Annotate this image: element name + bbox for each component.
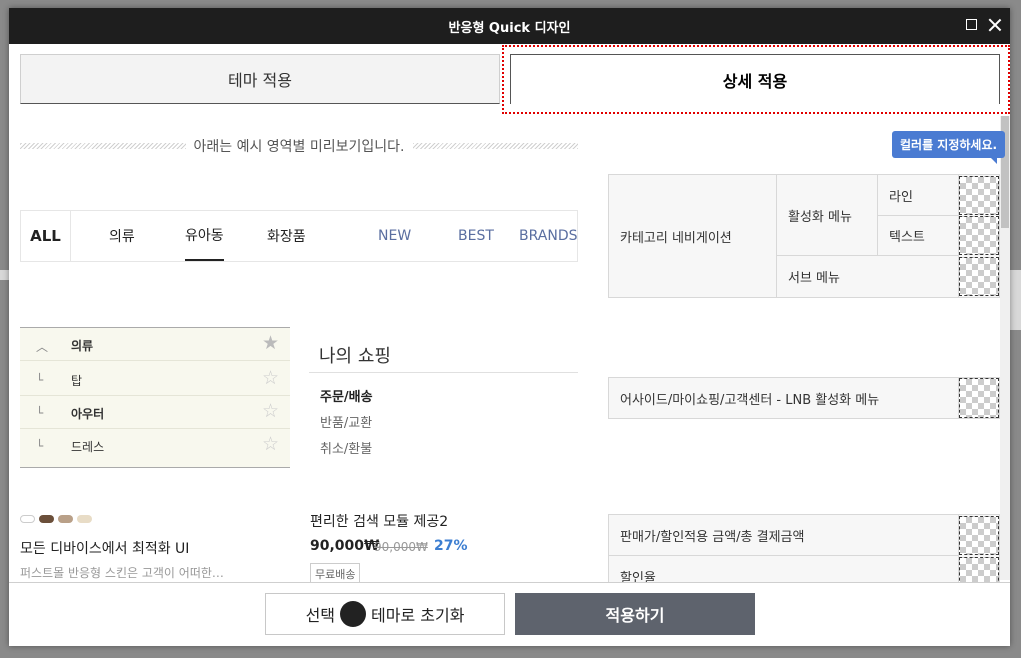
tab-theme-apply[interactable]: 테마 적용 [20,54,500,104]
title-bar: 반응형 Quick 디자인 [9,8,1010,44]
reset-prefix: 선택 [305,606,336,625]
color-swatch[interactable] [58,515,73,523]
category-all[interactable]: ALL [21,211,71,261]
lnb-row[interactable]: ︿ 의류 ★ [20,328,290,361]
color-picker-line[interactable] [959,176,999,215]
quick-design-modal: 반응형 Quick 디자인 테마 적용 상세 적용 아래는 예시 영역별 미리보… [9,8,1010,646]
my-shopping-item-order[interactable]: 주문/배송 [320,386,373,405]
text-label: 텍스트 [878,216,959,256]
hatch-divider-right [412,143,578,149]
discount-rate: 27% [434,538,468,554]
lnb-active-label: 어사이드/마이쇼핑/고객센터 - LNB 활성화 메뉴 [609,378,959,418]
background-strip-left [0,270,9,280]
category-item-brands[interactable]: BRANDS [519,211,577,261]
window-title: 반응형 Quick 디자인 [448,20,571,36]
star-icon[interactable]: ★ [262,332,279,354]
active-menu-label: 활성화 메뉴 [777,175,878,256]
category-item-best[interactable]: BEST [458,211,494,261]
chevron-up-icon: ︿ [36,340,49,354]
my-shopping-divider [309,372,578,373]
vertical-scrollbar[interactable] [1000,116,1010,580]
color-picker-lnb[interactable] [959,378,999,418]
category-nav-color-table: 카테고리 네비게이션 활성화 메뉴 라인 텍스트 서브 메뉴 [608,174,1000,298]
background-strip-right [1010,270,1021,330]
category-item-clothing[interactable]: 의류 [109,211,135,261]
lnb-row[interactable]: └ 탑 ☆ [20,363,290,396]
color-picker-text[interactable] [959,216,999,255]
category-item-cosmetics[interactable]: 화장품 [267,211,306,261]
my-shopping-item-return[interactable]: 반품/교환 [320,412,372,431]
product-desc: 퍼스트몰 반응형 스킨은 고객이 어떠한… [20,566,224,580]
my-shopping-title: 나의 쇼핑 [319,346,391,367]
lnb-label: 탑 [71,374,83,388]
close-icon[interactable] [987,17,1003,33]
category-nav-label: 카테고리 네비게이션 [609,175,777,297]
reset-suffix: 테마로 초기화 [371,606,465,625]
hatch-divider-left [20,143,186,149]
my-shopping-item-cancel[interactable]: 취소/환불 [320,438,372,457]
color-swatch[interactable] [77,515,92,523]
sale-price: 90,000₩ [310,538,380,554]
color-tooltip: 컬러를 지정하세요. [892,131,1006,164]
lnb-row[interactable]: └ 아우터 ☆ [20,396,290,429]
original-price: 90,000₩ [374,540,428,554]
color-picker-sub-menu[interactable] [959,257,999,296]
lnb-row[interactable]: └ 드레스 ☆ [20,429,290,462]
lnb-color-table: 어사이드/마이쇼핑/고객센터 - LNB 활성화 메뉴 [608,377,1000,419]
category-item-new[interactable]: NEW [378,211,411,261]
lnb-label: 아우터 [71,407,105,421]
line-label: 라인 [878,175,959,216]
lnb-label: 의류 [71,339,94,353]
tab-detail-label: 상세 적용 [722,71,788,91]
product-title[interactable]: 모든 디바이스에서 최적화 UI [20,538,189,558]
color-swatch[interactable] [20,515,35,523]
search-product-title[interactable]: 편리한 검색 모듈 제공2 [310,511,448,531]
preview-notice: 아래는 예시 영역별 미리보기입니다. [20,138,578,155]
tab-detail-apply[interactable]: 상세 적용 [510,54,1000,104]
theme-color-dot [340,601,367,627]
tree-branch-icon: └ [36,373,44,387]
apply-button[interactable]: 적용하기 [515,593,755,635]
category-item-kids[interactable]: 유아동 [185,211,224,261]
star-outline-icon[interactable]: ☆ [262,367,279,389]
apply-label: 적용하기 [605,606,665,625]
reset-theme-button[interactable]: 선택 테마로 초기화 [265,593,505,635]
price-label: 판매가/할인적용 금액/총 결제금액 [609,515,959,556]
category-nav-preview: ALL 의류 유아동 화장품 NEW BEST BRANDS [20,210,578,262]
lnb-label: 드레스 [71,440,105,454]
star-outline-icon[interactable]: ☆ [262,433,279,455]
modal-footer: 선택 테마로 초기화 적용하기 [9,582,1010,646]
star-outline-icon[interactable]: ☆ [262,400,279,422]
maximize-icon[interactable] [964,17,980,33]
sub-menu-label: 서브 메뉴 [777,256,959,297]
color-picker-price[interactable] [959,516,999,555]
preview-notice-text: 아래는 예시 영역별 미리보기입니다. [193,139,405,155]
tree-branch-icon: └ [36,439,44,453]
tab-theme-label: 테마 적용 [228,71,292,90]
lnb-preview: ︿ 의류 ★ └ 탑 ☆ └ 아우터 ☆ └ 드레스 ☆ [20,327,290,468]
tree-branch-icon: └ [36,406,44,420]
color-swatch[interactable] [39,515,54,523]
